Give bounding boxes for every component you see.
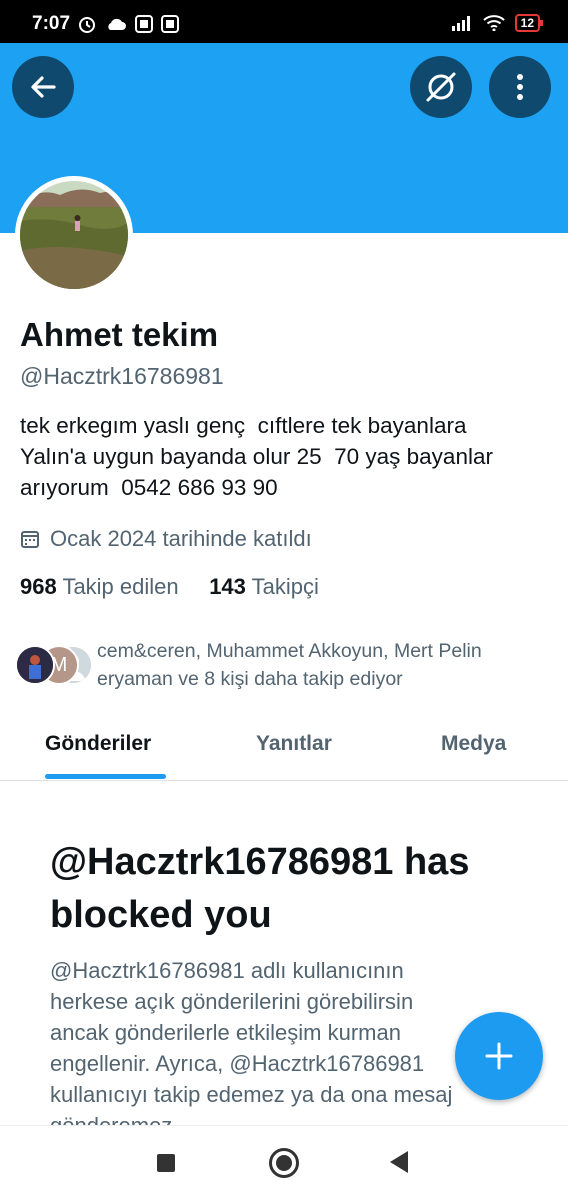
blocked-title-line: blocked you xyxy=(50,894,272,936)
battery-icon: 12 xyxy=(514,14,544,32)
bio-line[interactable]: arıyorum 0542 686 93 90 xyxy=(20,472,540,503)
cloud-icon xyxy=(108,18,126,30)
wifi-icon xyxy=(482,15,505,31)
home-button[interactable] xyxy=(269,1148,299,1178)
avatar xyxy=(15,645,55,685)
more-vertical-icon xyxy=(517,74,523,100)
signal-icon xyxy=(451,16,470,31)
active-tab-indicator xyxy=(45,774,166,779)
alarm-icon xyxy=(79,17,95,33)
following-link[interactable]: 968 Takip edilen xyxy=(20,574,179,599)
profile-handle: @Hacztrk16786981 xyxy=(20,363,224,389)
gallery-icon-2 xyxy=(161,15,179,33)
turn-off-reposts-button[interactable] xyxy=(410,56,472,118)
gallery-icon xyxy=(135,15,153,33)
status-time: 7:07 xyxy=(32,13,71,34)
known-followers-avatars: M xyxy=(15,645,95,685)
blocked-description: @Hacztrk16786981 adlı kullanıcının herke… xyxy=(50,955,500,1125)
blocked-body-line: herkese açık gönderilerini görebilirsin xyxy=(50,989,414,1014)
blocked-body-line: gönderemez. xyxy=(50,1110,500,1125)
blocked-body-line: @Hacztrk16786981 adlı kullanıcının xyxy=(50,958,404,983)
followers-count: 143 xyxy=(209,574,246,599)
join-date: Ocak 2024 tarihinde katıldı xyxy=(20,526,312,552)
avatar-photo xyxy=(20,181,128,289)
arrow-left-icon xyxy=(31,76,56,98)
blocked-body-line: engellenir. Ayrıca, @Hacztrk16786981 xyxy=(50,1051,425,1076)
back-button[interactable] xyxy=(12,56,74,118)
tab-posts[interactable]: Gönderiler xyxy=(45,732,151,756)
plus-icon xyxy=(485,1042,513,1070)
following-count: 968 xyxy=(20,574,57,599)
followers-label: Takipçi xyxy=(251,574,319,599)
bio-line: Yalın'a uygun bayanda olur 25 70 yaş bay… xyxy=(20,444,493,469)
profile-avatar[interactable] xyxy=(15,176,133,294)
system-back-button[interactable] xyxy=(390,1151,408,1173)
status-right-icons: 12 xyxy=(451,14,544,32)
known-followers-text: cem&ceren, Muhammet Akkoyun, Mert Pelin … xyxy=(97,637,547,693)
bio-line: tek erkegım yaslı genç cıftlere tek baya… xyxy=(20,413,467,438)
profile-tabs: Gönderiler Yanıtlar Medya xyxy=(0,718,568,781)
blocked-title: @Hacztrk16786981 has blocked you xyxy=(50,836,530,942)
compose-button[interactable] xyxy=(455,1012,543,1100)
blocked-body-line: kullanıcıyı takip edemez ya da ona mesaj xyxy=(50,1082,453,1107)
tab-replies[interactable]: Yanıtlar xyxy=(256,732,332,756)
follow-stats: 968 Takip edilen 143 Takipçi xyxy=(20,574,319,600)
profile-name: Ahmet tekim xyxy=(20,316,219,353)
retweets-off-icon xyxy=(426,72,456,102)
status-bar: 7:07 12 xyxy=(0,0,568,43)
more-options-button[interactable] xyxy=(489,56,551,118)
calendar-icon xyxy=(21,531,39,548)
followers-link[interactable]: 143 Takipçi xyxy=(209,574,319,599)
recents-button[interactable] xyxy=(157,1154,175,1172)
blocked-body-line: ancak gönderilerle etkileşim kurman xyxy=(50,1020,401,1045)
status-left-icons xyxy=(77,14,179,34)
following-label: Takip edilen xyxy=(62,574,179,599)
tab-media[interactable]: Medya xyxy=(441,732,506,756)
blocked-title-line: @Hacztrk16786981 has xyxy=(50,841,470,883)
known-followers-line: cem&ceren, Muhammet Akkoyun, Mert Pelin xyxy=(97,640,482,662)
join-date-text: Ocak 2024 tarihinde katıldı xyxy=(50,526,312,551)
known-followers-line: eryaman ve 8 kişi daha takip ediyor xyxy=(97,668,403,690)
profile-bio: tek erkegım yaslı genç cıftlere tek baya… xyxy=(20,410,540,503)
